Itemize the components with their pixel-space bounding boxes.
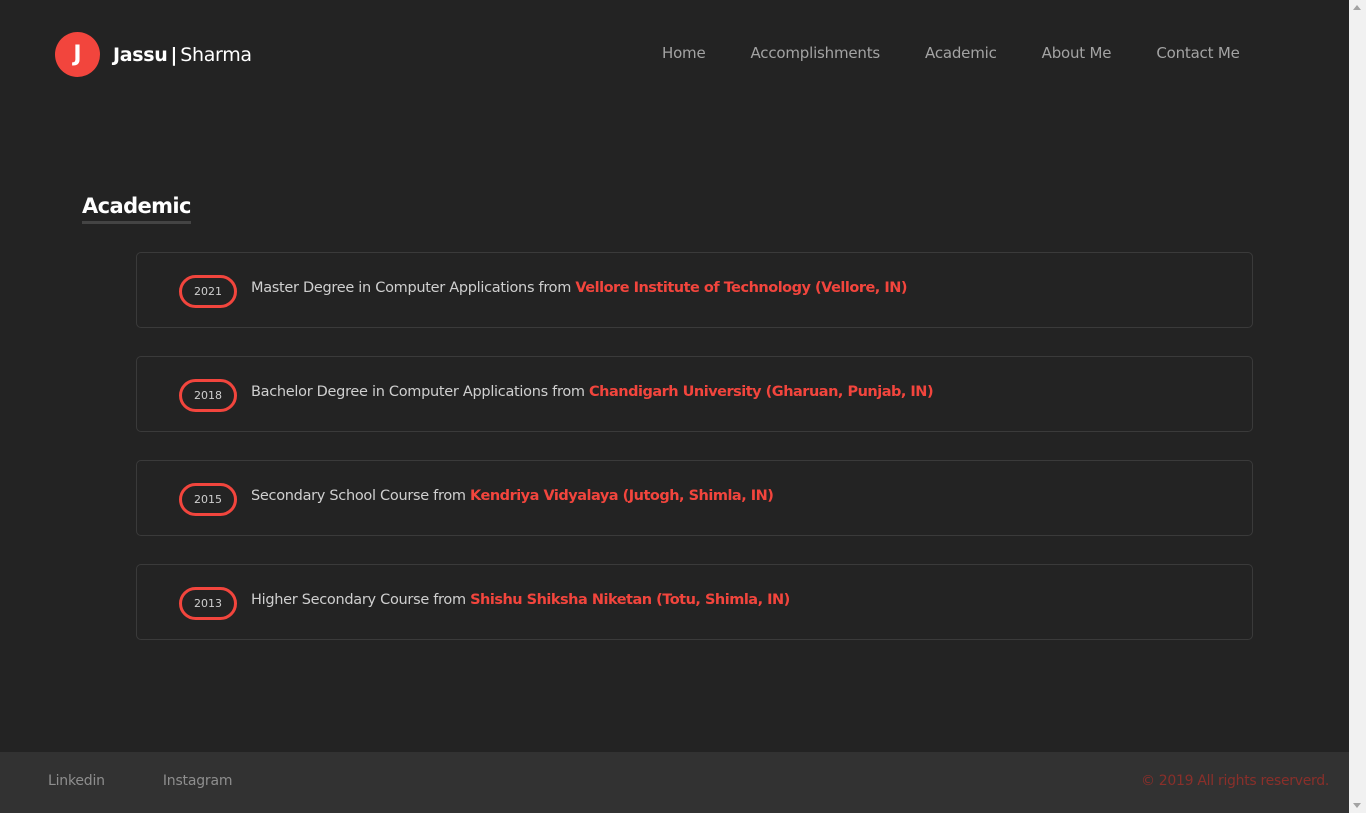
academic-timeline: 2021 Master Degree in Computer Applicati… xyxy=(136,252,1253,668)
degree-text: Master Degree in Computer Applications f… xyxy=(251,280,572,296)
timeline-card: 2015 Secondary School Course from Kendri… xyxy=(136,460,1253,536)
logo-badge: J xyxy=(55,32,100,77)
nav-home[interactable]: Home xyxy=(662,44,706,62)
main-nav: Home Accomplishments Academic About Me C… xyxy=(662,44,1240,62)
vertical-scrollbar[interactable] xyxy=(1349,0,1366,813)
degree-description: Higher Secondary Course from Shishu Shik… xyxy=(251,592,790,608)
section-title: Academic xyxy=(82,194,191,224)
degree-description: Master Degree in Computer Applications f… xyxy=(251,280,908,296)
first-name: Jassu xyxy=(113,43,168,66)
footer: Linkedin Instagram © 2019 All rights res… xyxy=(0,752,1349,813)
nav-about-me[interactable]: About Me xyxy=(1042,44,1112,62)
institution-name: Chandigarh University (Gharuan, Punjab, … xyxy=(589,384,934,400)
nav-contact-me[interactable]: Contact Me xyxy=(1156,44,1240,62)
year-badge: 2021 xyxy=(179,275,237,308)
institution-name: Kendriya Vidyalaya (Jutogh, Shimla, IN) xyxy=(470,488,774,504)
institution-name: Vellore Institute of Technology (Vellore… xyxy=(575,280,908,296)
instagram-link[interactable]: Instagram xyxy=(163,773,233,789)
degree-text: Higher Secondary Course from xyxy=(251,592,466,608)
linkedin-link[interactable]: Linkedin xyxy=(48,773,105,789)
year-badge: 2013 xyxy=(179,587,237,620)
degree-description: Bachelor Degree in Computer Applications… xyxy=(251,384,934,400)
name-separator: | xyxy=(170,43,178,66)
copyright-text: © 2019 All rights reserverd. xyxy=(1140,773,1329,789)
last-name: Sharma xyxy=(180,43,252,66)
timeline-card: 2013 Higher Secondary Course from Shishu… xyxy=(136,564,1253,640)
timeline-card: 2018 Bachelor Degree in Computer Applica… xyxy=(136,356,1253,432)
scroll-down-icon[interactable] xyxy=(1353,803,1361,808)
nav-academic[interactable]: Academic xyxy=(925,44,997,62)
year-badge: 2015 xyxy=(179,483,237,516)
degree-text: Bachelor Degree in Computer Applications… xyxy=(251,384,585,400)
page: J Jassu | Sharma Home Accomplishments Acad… xyxy=(0,0,1349,813)
institution-name: Shishu Shiksha Niketan (Totu, Shimla, IN… xyxy=(470,592,790,608)
site-logo[interactable]: J Jassu | Sharma xyxy=(55,32,252,77)
scroll-up-icon[interactable] xyxy=(1353,5,1361,10)
social-links: Linkedin Instagram xyxy=(48,773,290,789)
nav-accomplishments[interactable]: Accomplishments xyxy=(751,44,881,62)
degree-description: Secondary School Course from Kendriya Vi… xyxy=(251,488,774,504)
degree-text: Secondary School Course from xyxy=(251,488,466,504)
site-name: Jassu | Sharma xyxy=(113,44,252,66)
year-badge: 2018 xyxy=(179,379,237,412)
timeline-card: 2021 Master Degree in Computer Applicati… xyxy=(136,252,1253,328)
